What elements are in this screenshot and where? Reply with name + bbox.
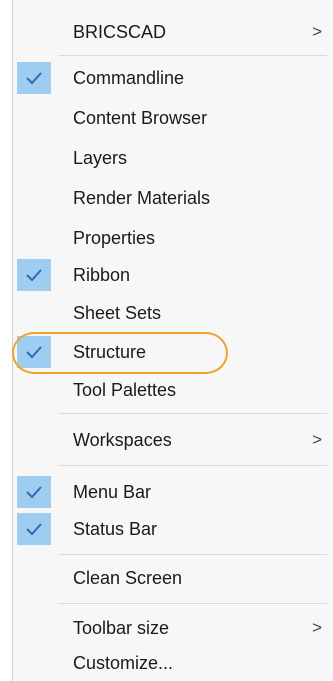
- menu-item-label: Sheet Sets: [73, 303, 162, 323]
- checkmark-icon: [17, 259, 51, 291]
- menu-item-customize[interactable]: Customize...: [13, 645, 333, 681]
- menu-item-label: Structure: [73, 342, 147, 362]
- menu-item-label: Workspaces: [73, 430, 172, 450]
- menu-item-structure[interactable]: Structure: [13, 334, 333, 370]
- menu-item-label: Commandline: [73, 68, 185, 88]
- menu-item-clean-screen[interactable]: Clean Screen: [13, 560, 333, 596]
- checkmark-icon: [17, 62, 51, 94]
- checkmark-icon: [17, 476, 51, 508]
- menu-item-label: Status Bar: [73, 519, 158, 539]
- menu-item-layers[interactable]: Layers: [13, 140, 333, 176]
- submenu-arrow-icon: >: [312, 430, 322, 449]
- menu-item-ribbon[interactable]: Ribbon: [13, 257, 333, 293]
- menu-item-properties[interactable]: Properties: [13, 220, 333, 256]
- menu-item-label: Menu Bar: [73, 482, 152, 502]
- menu-item-label: Toolbar size: [73, 618, 170, 638]
- menu-item-menu-bar[interactable]: Menu Bar: [13, 474, 333, 510]
- checkmark-icon: [17, 513, 51, 545]
- menu-item-workspaces[interactable]: Workspaces >: [13, 422, 333, 458]
- menu-item-bricscad[interactable]: BRICSCAD >: [13, 14, 333, 50]
- menu-item-label: BRICSCAD: [73, 22, 167, 42]
- menu-item-label: Properties: [73, 228, 156, 248]
- menu-separator: [59, 603, 327, 604]
- menu-item-render-materials[interactable]: Render Materials: [13, 180, 333, 216]
- menu-item-status-bar[interactable]: Status Bar: [13, 511, 333, 547]
- menu-separator: [59, 55, 327, 56]
- menu-item-label: Content Browser: [73, 108, 208, 128]
- menu-item-commandline[interactable]: Commandline: [13, 60, 333, 96]
- menu-separator: [59, 413, 327, 414]
- menu-item-content-browser[interactable]: Content Browser: [13, 100, 333, 136]
- submenu-arrow-icon: >: [312, 618, 322, 637]
- menu-item-label: Tool Palettes: [73, 380, 177, 400]
- menu-item-label: Clean Screen: [73, 568, 183, 588]
- menu-item-toolbar-size[interactable]: Toolbar size >: [13, 610, 333, 646]
- submenu-arrow-icon: >: [312, 22, 322, 41]
- menu-separator: [59, 465, 327, 466]
- menu-item-sheet-sets[interactable]: Sheet Sets: [13, 295, 333, 331]
- menu-separator: [59, 554, 327, 555]
- checkmark-icon: [17, 336, 51, 368]
- menu-item-label: Customize...: [73, 653, 174, 673]
- menu-item-tool-palettes[interactable]: Tool Palettes: [13, 372, 333, 408]
- context-menu: BRICSCAD > Commandline Content Browser L…: [12, 0, 333, 681]
- menu-item-label: Render Materials: [73, 188, 211, 208]
- menu-item-label: Ribbon: [73, 265, 131, 285]
- menu-item-label: Layers: [73, 148, 128, 168]
